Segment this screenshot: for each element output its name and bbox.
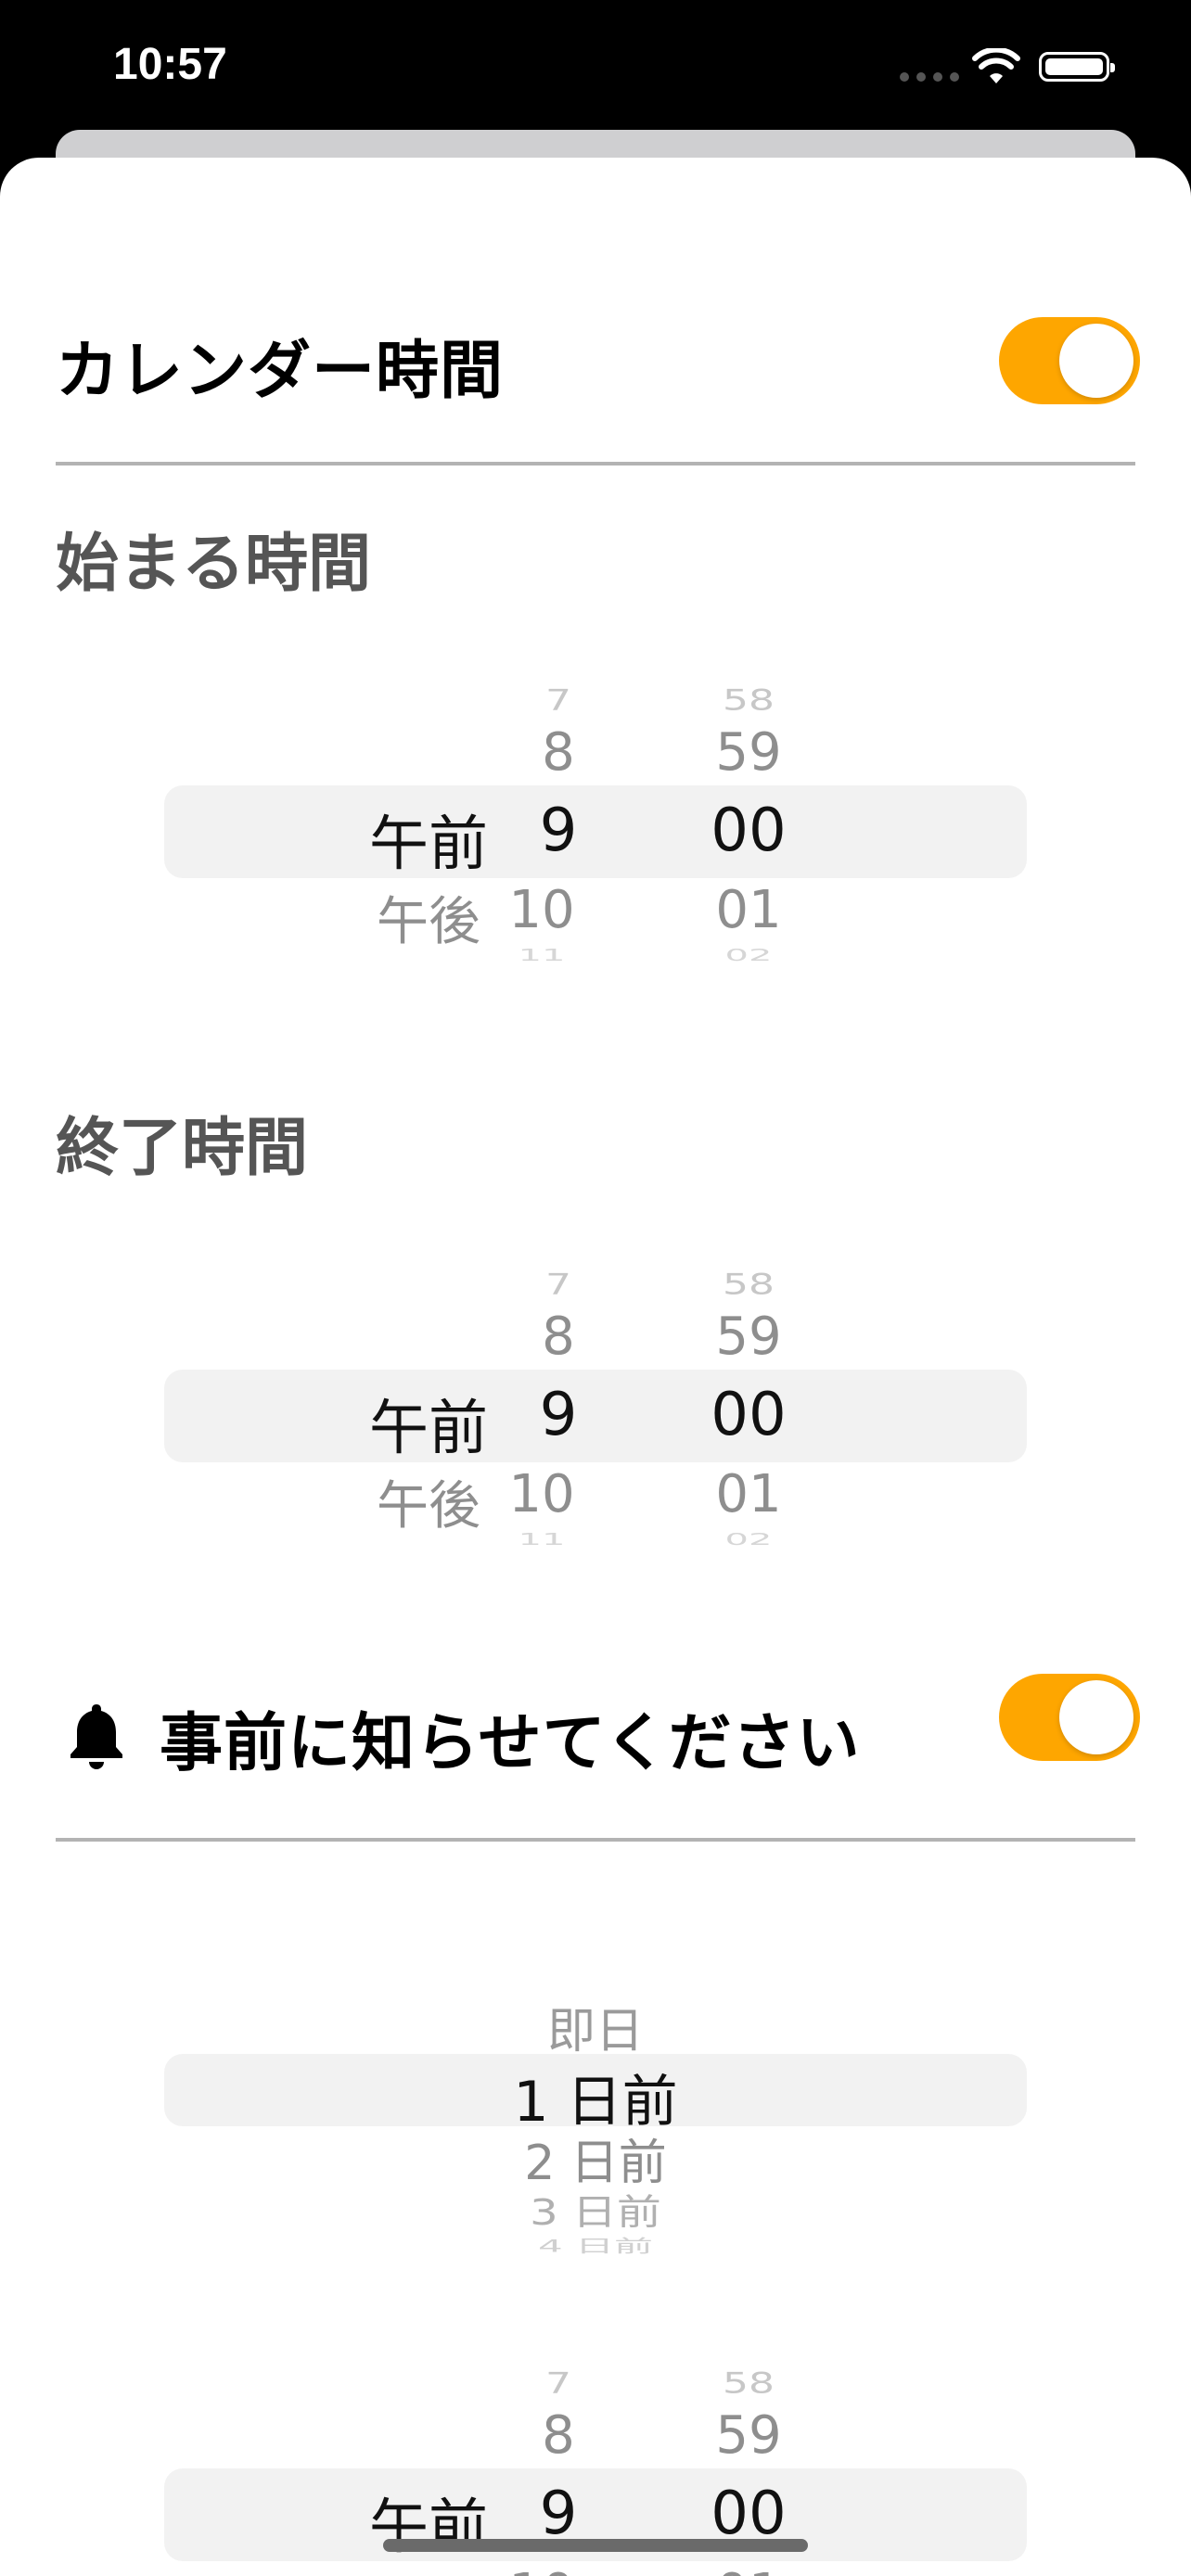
hour-prev: 8 <box>542 2405 575 2466</box>
calendar-time-row: カレンダー時間 <box>56 313 1135 415</box>
period-next: 午後 <box>377 892 480 952</box>
wifi-icon <box>972 48 1020 83</box>
bell-icon <box>70 1704 122 1769</box>
reminder-days-picker[interactable]: 即日 1 日前 2 日前 3 日前 4 日前 <box>164 1961 1027 2267</box>
reminder-title: 事前に知らせてください <box>160 1706 861 1780</box>
hour-next2: 11 <box>518 1529 566 1549</box>
battery-icon <box>1039 52 1115 82</box>
divider <box>56 462 1135 465</box>
hour-next2: 11 <box>518 945 566 965</box>
period-selected: 午前 <box>369 2493 488 2562</box>
toggle-knob <box>1059 1680 1133 1754</box>
calendar-time-title: カレンダー時間 <box>56 334 505 408</box>
minute-prev2: 58 <box>723 683 775 718</box>
reminder-row: 事前に知らせてください <box>160 1686 994 1788</box>
minute-prev2: 58 <box>723 1268 775 1302</box>
days-next2: 3 日前 <box>530 2191 661 2234</box>
minute-next2: 02 <box>724 1529 773 1549</box>
period-next: 午後 <box>377 1476 480 1537</box>
toggle-knob <box>1059 324 1133 398</box>
minute-selected: 00 <box>711 797 787 865</box>
hour-selected: 9 <box>539 797 578 865</box>
minute-prev: 59 <box>715 2405 782 2466</box>
hour-prev: 8 <box>542 1307 575 1367</box>
days-prev: 即日 <box>546 2004 644 2060</box>
minute-next: 01 <box>715 1464 782 1524</box>
start-time-picker[interactable]: 午前 午後 7 8 9 10 11 58 59 00 01 02 <box>164 646 1027 989</box>
hour-selected: 9 <box>539 1381 578 1449</box>
start-time-title: 始まる時間 <box>56 528 372 601</box>
end-time-title: 終了時間 <box>56 1112 309 1185</box>
period-next: 午後 <box>359 2563 498 2576</box>
hour-prev2: 7 <box>545 683 571 718</box>
days-next3: 4 日前 <box>537 2235 654 2256</box>
hour-next: 10 <box>508 880 575 940</box>
minute-prev: 59 <box>715 722 782 783</box>
hour-prev2: 7 <box>545 2366 571 2401</box>
period-selected: 午前 <box>369 810 488 879</box>
status-time: 10:57 <box>113 40 227 89</box>
home-indicator[interactable] <box>383 2539 808 2552</box>
minute-next: 01 <box>684 2563 813 2576</box>
period-selected: 午前 <box>369 1395 488 1463</box>
status-bar: 10:57 <box>0 0 1191 130</box>
hour-selected: 9 <box>539 2480 578 2548</box>
divider <box>56 1838 1135 1842</box>
settings-sheet: カレンダー時間 始まる時間 午前 午後 7 8 9 10 11 58 59 00… <box>0 158 1191 2576</box>
hour-prev2: 7 <box>545 1268 571 1302</box>
minute-prev2: 58 <box>723 2366 775 2401</box>
minute-prev: 59 <box>715 1307 782 1367</box>
reminder-toggle[interactable] <box>999 1674 1140 1761</box>
cellular-signal-icon <box>900 72 959 82</box>
hour-next: 10 <box>508 1464 575 1524</box>
minute-next2: 02 <box>724 945 773 965</box>
minute-selected: 00 <box>711 2480 787 2548</box>
minute-next: 01 <box>715 880 782 940</box>
calendar-time-toggle[interactable] <box>999 317 1140 404</box>
hour-prev: 8 <box>542 722 575 783</box>
end-time-picker[interactable]: 午前 午後 7 8 9 10 11 58 59 00 01 02 <box>164 1231 1027 1574</box>
hour-next: 10 <box>491 2563 593 2576</box>
minute-selected: 00 <box>711 1381 787 1449</box>
